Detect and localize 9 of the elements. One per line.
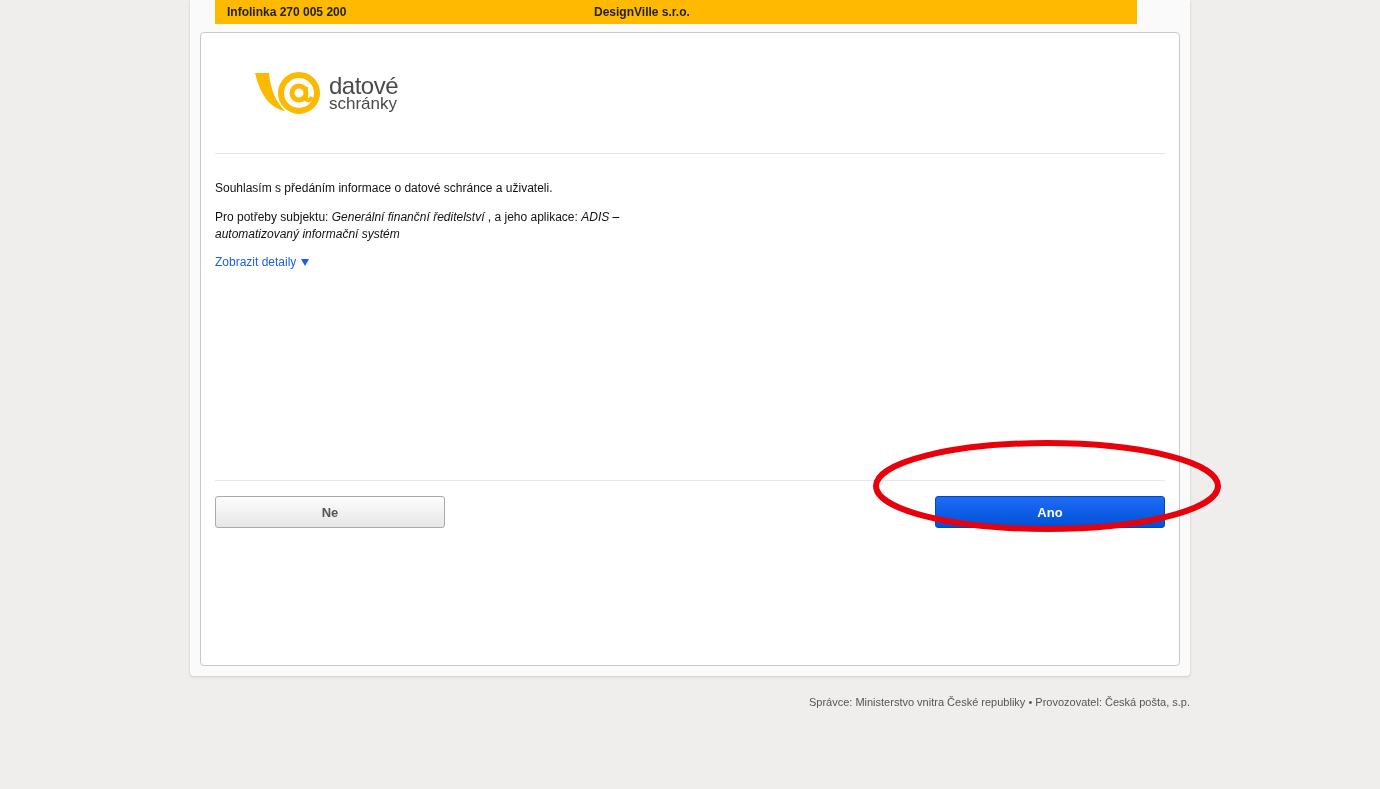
footer-text: Správce: Ministerstvo vnitra České republiky • Provozovatel: Česká pošta, s.p. <box>808 696 1190 708</box>
logo-text: datové schránky <box>329 74 399 112</box>
hotline-text: Infolinka 270 005 200 <box>227 5 348 19</box>
decline-button[interactable]: Ne <box>215 496 445 528</box>
consent-statement: Souhlasím s předáním informace o datové schránce a uživateli. <box>215 180 554 197</box>
caret-icon <box>301 258 310 266</box>
user-name: DesignVille s.r.o. <box>594 5 690 19</box>
details-link[interactable]: Zobrazit detaily <box>215 255 310 269</box>
purpose-text: Pro potřeby subjektu: Generální finanční ředitelství , a jeho aplikace: ADIS – automatizovaný informační systém <box>215 209 621 243</box>
